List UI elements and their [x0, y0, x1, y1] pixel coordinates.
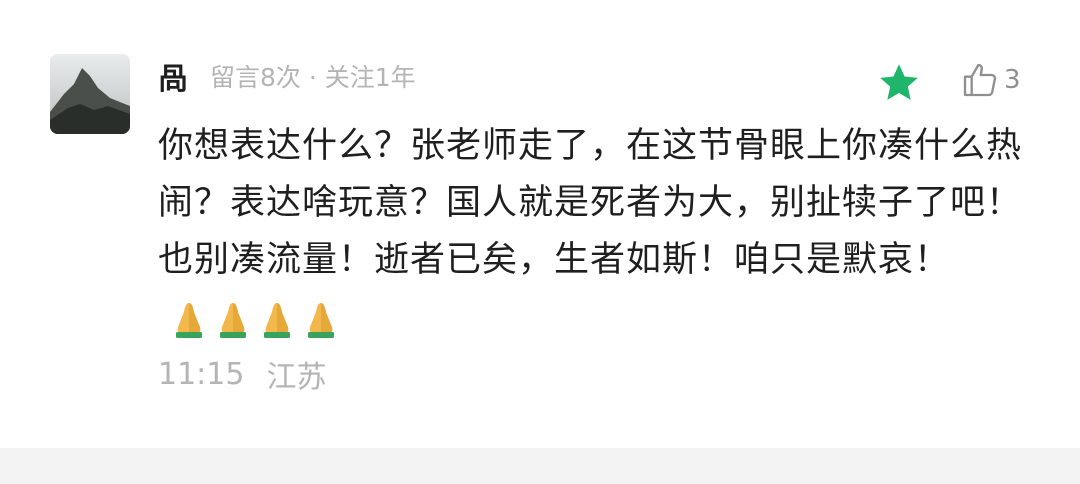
like-button[interactable]: 3	[960, 58, 1021, 102]
comment-footer: 11:15 江苏	[158, 352, 326, 396]
comment-text: 你想表达什么？张老师走了，在这节骨眼上你凑什么热闹？表达啥玩意？国人就是死者为大…	[158, 126, 1023, 280]
user-meta: 留言8次 · 关注1年	[210, 63, 416, 92]
prayer-emojis: 🙏🙏🙏🙏	[168, 290, 340, 347]
like-count: 3	[1004, 65, 1021, 95]
star-icon	[880, 64, 918, 100]
comment-text-block: 你想表达什么？张老师走了，在这节骨眼上你凑什么热闹？表达啥玩意？国人就是死者为大…	[158, 118, 1038, 347]
username[interactable]: 咼	[158, 54, 188, 98]
thumbs-up-icon	[963, 63, 997, 97]
bottom-divider	[0, 448, 1080, 484]
avatar[interactable]	[50, 54, 130, 134]
comment-card: 咼 留言8次 · 关注1年 3 你想表达什么？张老师走了，在这节骨眼上你凑什么热…	[0, 0, 1080, 448]
comment-location: 江苏	[266, 360, 327, 395]
comment-header: 咼 留言8次 · 关注1年	[158, 54, 416, 98]
star-button[interactable]	[876, 60, 922, 106]
comment-time: 11:15	[158, 356, 245, 392]
folded-hands-icon	[168, 298, 340, 338]
